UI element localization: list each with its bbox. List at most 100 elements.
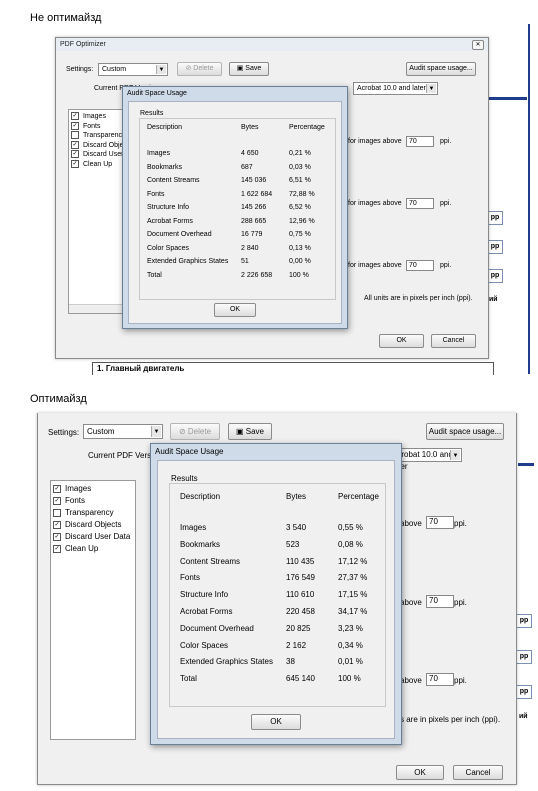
- checkbox-checked-icon[interactable]: ✓: [71, 140, 79, 149]
- blue-rule: [485, 97, 527, 100]
- version-value: Acrobat 10.0 and later: [357, 85, 426, 92]
- row-bytes: 145 036: [241, 177, 267, 184]
- version-select[interactable]: Acrobat 10.0 and later▼: [353, 82, 438, 95]
- checkbox-unchecked-icon[interactable]: [53, 508, 61, 517]
- panel-list-item[interactable]: ✓ Discard Objects: [51, 519, 121, 531]
- ppi-input[interactable]: 70: [406, 136, 434, 147]
- ppi-input[interactable]: 70: [406, 260, 434, 271]
- settings-select[interactable]: Custom ▼: [83, 424, 163, 439]
- audit-space-usage-button[interactable]: Audit space usage...: [426, 423, 504, 440]
- row-bytes: 20 825: [286, 623, 311, 633]
- window-title: PDF Optimizer: [56, 38, 488, 51]
- side-fragment-box: рр: [487, 269, 503, 283]
- caption-not-optimized: Не оптимайзд: [30, 12, 102, 24]
- row-percentage: 0,34 %: [338, 640, 363, 650]
- row-bytes: 2 162: [286, 640, 307, 650]
- checkbox-checked-icon[interactable]: ✓: [71, 112, 79, 121]
- row-description: Color Spaces: [147, 244, 190, 252]
- row-percentage: 3,23 %: [338, 623, 363, 633]
- row-description: Total: [147, 271, 162, 279]
- row-description: Content Streams: [180, 556, 241, 566]
- column-header: Bytes: [241, 124, 259, 131]
- row-bytes: 3 540: [286, 523, 307, 532]
- horizontal-scrollbar[interactable]: [69, 304, 123, 313]
- row-description: Document Overhead: [147, 231, 212, 238]
- audit-space-usage-button[interactable]: Audit space usage...: [406, 62, 476, 76]
- dialog-ok-button[interactable]: OK: [251, 714, 301, 730]
- ok-button[interactable]: OK: [379, 334, 424, 348]
- row-bytes: 288 665: [241, 217, 267, 225]
- row-percentage: 0,00 %: [289, 258, 311, 265]
- settings-panel-list: ✓ Images ✓ Fonts Transparency ✓ Discard Object…: [50, 480, 136, 740]
- row-description: Images: [147, 150, 170, 157]
- delete-button[interactable]: ⊘ Delete: [177, 62, 222, 76]
- row-percentage: 0,55 %: [338, 523, 363, 532]
- ppi-input[interactable]: 70: [406, 198, 434, 209]
- document-heading-box: 1. Главный двигатель: [92, 362, 494, 375]
- checkbox-checked-icon[interactable]: ✓: [53, 496, 61, 505]
- disk-icon: ▣: [236, 65, 246, 72]
- row-bytes: 51: [241, 258, 249, 265]
- save-label: Save: [245, 65, 262, 72]
- ppi-input[interactable]: 70: [426, 673, 454, 686]
- ppi-input[interactable]: 70: [426, 595, 454, 608]
- panel-list-item-label: Discard Objects: [65, 520, 122, 529]
- ppi-unit: ppi.: [440, 200, 452, 207]
- chevron-down-icon: ▼: [450, 450, 460, 460]
- row-bytes: 176 549: [286, 573, 315, 583]
- images-above-label: above: [400, 676, 422, 685]
- settings-select[interactable]: Custom ▼: [98, 63, 168, 76]
- column-header: Percentage: [338, 492, 379, 501]
- save-button[interactable]: ▣ Save: [228, 423, 272, 440]
- ppi-input[interactable]: 70: [426, 516, 454, 529]
- images-above-label: for images above: [348, 200, 402, 207]
- row-description: Acrobat Forms: [147, 217, 193, 225]
- panel-list-item[interactable]: ✓ Images: [69, 112, 106, 122]
- row-percentage: 34,17 %: [338, 607, 368, 616]
- checkbox-unchecked-icon[interactable]: [71, 131, 79, 140]
- ppi-unit: ppi.: [454, 519, 467, 528]
- panel-list-item[interactable]: ✓ Clean Up: [51, 543, 98, 555]
- delete-button[interactable]: ⊘ Delete: [170, 423, 220, 440]
- ok-button[interactable]: OK: [396, 765, 444, 780]
- row-percentage: 17,15 %: [338, 590, 368, 600]
- panel-list-item[interactable]: Transparency: [69, 131, 126, 141]
- checkbox-checked-icon[interactable]: ✓: [71, 121, 79, 130]
- panel-list-item[interactable]: ✓ Clean Up: [69, 159, 112, 170]
- row-percentage: 0,01 %: [338, 657, 363, 667]
- panel-list-item[interactable]: Transparency: [51, 507, 114, 519]
- side-fragment-box: рр: [516, 685, 532, 699]
- row-description: Content Streams: [147, 177, 200, 184]
- dialog-ok-button[interactable]: OK: [214, 303, 256, 317]
- panel-list-item[interactable]: ✓ Fonts: [51, 495, 85, 507]
- row-percentage: 27,37 %: [338, 573, 368, 583]
- checkbox-checked-icon[interactable]: ✓: [53, 520, 61, 529]
- row-description: Color Spaces: [180, 640, 229, 650]
- ppi-unit: ppi.: [440, 138, 452, 145]
- row-bytes: 145 266: [241, 204, 267, 211]
- caption-optimized: Оптимайзд: [30, 393, 87, 405]
- side-fragment-text: ий: [519, 713, 528, 720]
- checkbox-checked-icon[interactable]: ✓: [53, 544, 61, 553]
- checkbox-checked-icon[interactable]: ✓: [53, 532, 61, 541]
- units-note: All units are in pixels per inch (ppi).: [364, 295, 473, 302]
- row-percentage: 6,51 %: [289, 177, 311, 184]
- row-bytes: 220 458: [286, 607, 315, 616]
- panel-list-item[interactable]: ✓ Images: [51, 483, 91, 495]
- delete-icon: ⊘: [178, 427, 188, 436]
- cancel-button[interactable]: Cancel: [431, 334, 476, 348]
- panel-list-item[interactable]: ✓ Fonts: [69, 121, 101, 132]
- column-header: Bytes: [286, 492, 307, 501]
- checkbox-checked-icon[interactable]: ✓: [71, 159, 79, 168]
- images-above-label: above: [400, 598, 422, 607]
- cancel-button[interactable]: Cancel: [453, 765, 503, 780]
- panel-list-item[interactable]: ✓ Discard User Data: [51, 531, 130, 543]
- close-icon[interactable]: ✕: [472, 40, 484, 50]
- checkbox-checked-icon[interactable]: ✓: [53, 484, 61, 493]
- document-heading: 1. Главный двигатель: [97, 364, 185, 373]
- checkbox-checked-icon[interactable]: ✓: [71, 150, 79, 159]
- delete-label: Delete: [193, 65, 214, 72]
- images-above-label: for images above: [348, 262, 402, 269]
- row-description: Structure Info: [180, 590, 229, 600]
- save-button[interactable]: ▣ Save: [229, 62, 269, 76]
